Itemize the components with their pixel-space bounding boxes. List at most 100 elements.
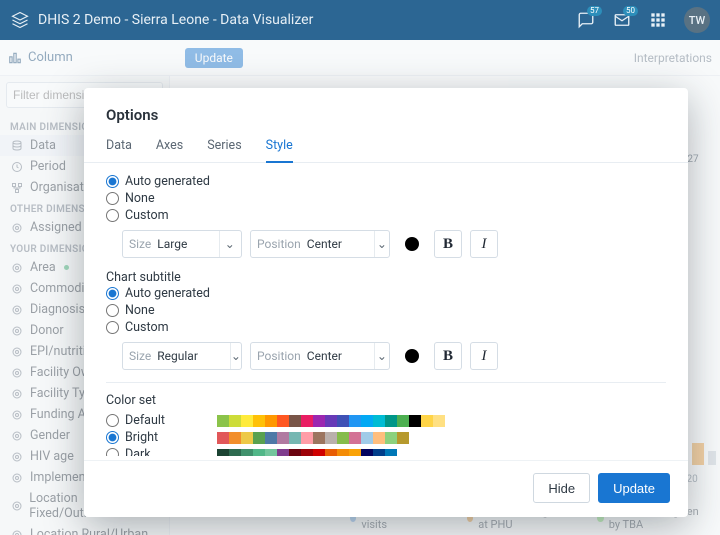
apps-grid-icon[interactable] (648, 10, 668, 30)
avatar[interactable]: TW (684, 7, 710, 33)
dim-icon (10, 303, 24, 317)
color-swatch-icon (253, 449, 265, 457)
subtitle-mode-option[interactable]: None (106, 302, 666, 319)
color-circle-icon (405, 349, 419, 363)
interpretations-link[interactable]: Interpretations (634, 51, 712, 65)
radio-label: Custom (125, 320, 169, 335)
data-icon (10, 139, 24, 153)
tab-style[interactable]: Style (266, 138, 293, 163)
colorset-option[interactable]: Dark (106, 446, 666, 456)
dim-icon (10, 528, 24, 535)
sidebar-item-label: HIV age (30, 449, 74, 464)
sidebar-item[interactable]: Location Rural/Urban (0, 524, 169, 535)
subtitle-position-select[interactable]: Position Center ⌄ (250, 342, 390, 370)
color-swatch-icon (241, 449, 253, 457)
color-swatch-icon (229, 432, 241, 444)
color-swatch-icon (301, 449, 313, 457)
color-swatch-icon (253, 415, 265, 427)
radio-input[interactable] (106, 431, 119, 444)
title-bold-button[interactable]: B (434, 230, 462, 258)
color-swatch-icon (325, 415, 337, 427)
dim-icon (10, 450, 24, 464)
radio-input[interactable] (106, 175, 119, 188)
color-swatch-icon (301, 432, 313, 444)
tab-axes[interactable]: Axes (156, 138, 183, 162)
color-swatch-icon (277, 432, 289, 444)
swatch-row (217, 415, 445, 427)
color-swatch-icon (385, 449, 397, 457)
hide-button[interactable]: Hide (533, 473, 590, 503)
color-swatch-icon (229, 449, 241, 457)
toolbar-update-button[interactable]: Update (185, 48, 243, 68)
app-logo-icon (10, 10, 30, 30)
color-swatch-icon (361, 415, 373, 427)
color-swatch-icon (253, 432, 265, 444)
sidebar-item-label: Donor (30, 323, 64, 338)
title-size-select[interactable]: Size Large ⌄ (122, 230, 242, 258)
color-swatch-icon (217, 415, 229, 427)
dim-icon (10, 429, 24, 443)
subtitle-heading: Chart subtitle (106, 270, 666, 285)
mail-badge: 50 (623, 6, 638, 16)
subtitle-color-button[interactable] (398, 342, 426, 370)
color-swatch-icon (325, 449, 337, 457)
title-color-button[interactable] (398, 230, 426, 258)
chevron-down-icon: ⌄ (219, 231, 239, 257)
dim-icon (10, 261, 24, 275)
radio-input[interactable] (106, 287, 119, 300)
color-swatch-icon (313, 449, 325, 457)
mail-icon[interactable]: 50 (612, 10, 632, 30)
colorset-option[interactable]: Bright (106, 429, 666, 446)
color-swatch-icon (337, 415, 349, 427)
color-swatch-icon (313, 415, 325, 427)
dim-icon (10, 408, 24, 422)
color-swatch-icon (241, 432, 253, 444)
sidebar-item-label: Location Rural/Urban (30, 527, 148, 535)
sidebar-item-label: Data (30, 138, 56, 153)
tab-data[interactable]: Data (106, 138, 132, 162)
title-mode-option[interactable]: None (106, 190, 666, 207)
tab-series[interactable]: Series (207, 138, 241, 162)
subtitle-mode-option[interactable]: Auto generated (106, 285, 666, 302)
active-dot-icon (64, 265, 69, 270)
colorset-option[interactable]: Default (106, 412, 666, 429)
title-position-select[interactable]: Position Center ⌄ (250, 230, 390, 258)
radio-input[interactable] (106, 321, 119, 334)
chevron-down-icon: ⌄ (374, 343, 389, 369)
app-header: DHIS 2 Demo - Sierra Leone - Data Visual… (0, 0, 720, 40)
radio-input[interactable] (106, 209, 119, 222)
org-icon (10, 181, 24, 195)
sidebar-item-label: Area (30, 260, 56, 275)
subtitle-size-select[interactable]: Size Regular ⌄ (122, 342, 242, 370)
swatch-row (217, 432, 409, 444)
radio-input[interactable] (106, 192, 119, 205)
radio-input[interactable] (106, 304, 119, 317)
size-field-label: Size (123, 237, 157, 251)
color-swatch-icon (265, 415, 277, 427)
title-italic-button[interactable]: I (470, 230, 498, 258)
position-value: Center (307, 237, 374, 251)
color-swatch-icon (217, 432, 229, 444)
vis-type-label: Column (28, 50, 73, 65)
vis-type-selector[interactable]: Column (8, 50, 73, 65)
color-circle-icon (405, 237, 419, 251)
messages-icon[interactable]: 57 (576, 10, 596, 30)
color-swatch-icon (217, 449, 229, 457)
color-swatch-icon (349, 449, 361, 457)
dim-icon (10, 387, 24, 401)
radio-input[interactable] (106, 448, 119, 456)
color-swatch-icon (349, 415, 361, 427)
color-swatch-icon (289, 449, 301, 457)
subtitle-italic-button[interactable]: I (470, 342, 498, 370)
subtitle-bold-button[interactable]: B (434, 342, 462, 370)
color-swatch-icon (373, 415, 385, 427)
vis-toolbar: Column Update Interpretations (0, 40, 720, 76)
colorset-heading: Color set (106, 393, 666, 408)
title-mode-option[interactable]: Auto generated (106, 173, 666, 190)
radio-input[interactable] (106, 414, 119, 427)
title-mode-option[interactable]: Custom (106, 207, 666, 224)
subtitle-mode-option[interactable]: Custom (106, 319, 666, 336)
dim-icon (10, 345, 24, 359)
messages-badge: 57 (587, 6, 602, 16)
update-button[interactable]: Update (598, 473, 670, 503)
